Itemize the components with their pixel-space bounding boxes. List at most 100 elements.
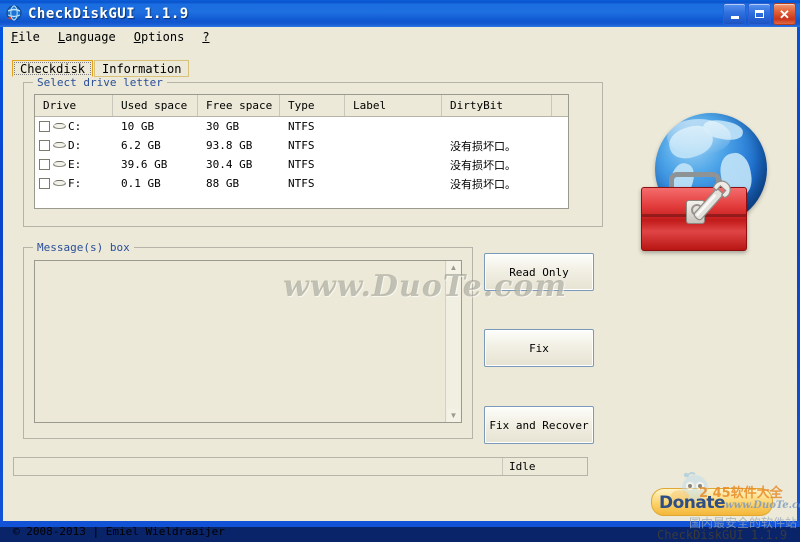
cell-drive: F: [35, 177, 113, 190]
cell-used: 39.6 GB [121, 158, 168, 171]
menu-bar: File Language Options ? [3, 27, 797, 47]
cell-drive-label: F: [68, 177, 82, 190]
read-only-button-label: Read Only [509, 265, 569, 279]
version-text: CheckDiskGUI 1.1.9 [657, 528, 788, 542]
menu-file-rest: ile [18, 30, 40, 44]
table-row[interactable]: D: 6.2 GB 93.8 GB NTFS 没有损坏口。 [35, 136, 568, 155]
window-frame: CheckDiskGUI 1.1.9 ✕ File Language Optio… [0, 0, 800, 542]
cell-free: 93.8 GB [206, 139, 253, 152]
menu-language-rest: anguage [65, 30, 116, 44]
select-drive-letter-group: Select drive letter Drive Used space Fre… [23, 76, 603, 227]
table-row[interactable]: F: 0.1 GB 88 GB NTFS 没有损坏口。 [35, 174, 568, 193]
cell-type: NTFS [288, 139, 315, 152]
window-controls: ✕ [723, 3, 796, 25]
menu-options-rest: ptions [140, 30, 185, 44]
status-bar: Idle [13, 457, 588, 476]
client-area: File Language Options ? Checkdisk Inform… [3, 27, 800, 542]
read-only-button[interactable]: Read Only [484, 253, 594, 291]
cell-drive-label: D: [68, 139, 82, 152]
cell-drive: C: [35, 120, 113, 133]
cell-used: 10 GB [121, 120, 155, 133]
globe-icon [5, 5, 23, 23]
tab-information-label: Information [102, 61, 182, 76]
message-box-text[interactable] [35, 261, 445, 422]
drive-checkbox[interactable] [39, 121, 50, 132]
tab-strip: Checkdisk Information [12, 60, 612, 78]
status-bar-row: Idle [3, 457, 797, 477]
cell-free: 30 GB [206, 120, 240, 133]
tab-information[interactable]: Information [94, 60, 190, 77]
disk-icon [53, 122, 66, 131]
donate-button[interactable] [651, 488, 773, 516]
fix-button-label: Fix [529, 341, 549, 355]
column-header-free[interactable]: Free space [198, 95, 280, 116]
select-drive-letter-label: Select drive letter [33, 76, 167, 89]
watermark-245-site: 2 45软件大全 [699, 486, 783, 501]
message-box[interactable]: ▲ ▼ [34, 260, 462, 423]
cell-type: NTFS [288, 158, 315, 171]
drive-checkbox[interactable] [39, 178, 50, 189]
minimize-button[interactable] [723, 3, 746, 25]
fix-and-recover-button-label: Fix and Recover [489, 418, 589, 432]
globe-toolbox-icon [625, 111, 775, 266]
table-row[interactable]: C: 10 GB 30 GB NTFS [35, 117, 568, 136]
disk-icon [53, 141, 66, 150]
window-title: CheckDiskGUI 1.1.9 [28, 5, 189, 22]
table-row[interactable]: E: 39.6 GB 30.4 GB NTFS 没有损坏口。 [35, 155, 568, 174]
column-header-drive[interactable]: Drive [35, 95, 113, 116]
menu-item-help[interactable]: ? [202, 30, 209, 44]
tab-checkdisk[interactable]: Checkdisk [12, 60, 94, 77]
watermark-duote-small: www.DuoTe.com [725, 500, 800, 511]
cell-type: NTFS [288, 120, 315, 133]
cell-drive-label: E: [68, 158, 82, 171]
cell-free: 88 GB [206, 177, 240, 190]
close-icon: ✕ [779, 6, 790, 22]
status-bar-left [14, 458, 502, 475]
application-window: CheckDiskGUI 1.1.9 ✕ File Language Optio… [0, 0, 800, 542]
cell-used: 6.2 GB [121, 139, 161, 152]
wrench-icon [681, 173, 739, 231]
column-header-dirtybit[interactable]: DirtyBit [442, 95, 552, 116]
cell-dirtybit: 没有损坏口。 [450, 158, 516, 172]
drive-table-header: Drive Used space Free space Type Label D… [35, 95, 568, 117]
cell-free: 30.4 GB [206, 158, 253, 171]
scroll-down-icon[interactable]: ▼ [447, 409, 460, 422]
fix-button[interactable]: Fix [484, 329, 594, 367]
column-header-filler [552, 95, 568, 116]
cell-dirtybit: 没有损坏口。 [450, 177, 516, 191]
cell-type: NTFS [288, 177, 315, 190]
drive-checkbox[interactable] [39, 159, 50, 170]
globe-highlight [667, 119, 731, 155]
watermark-cn-tagline: 国内最安全的软件站 [689, 516, 798, 530]
drive-checkbox[interactable] [39, 140, 50, 151]
disk-icon [53, 160, 66, 169]
messages-box-label: Message(s) box [33, 241, 134, 254]
title-bar: CheckDiskGUI 1.1.9 ✕ [0, 0, 800, 27]
menu-item-language[interactable]: Language [58, 30, 116, 44]
cell-used: 0.1 GB [121, 177, 161, 190]
maximize-button[interactable] [748, 3, 771, 25]
column-header-used[interactable]: Used space [113, 95, 198, 116]
disk-icon [53, 179, 66, 188]
mascot-icon [665, 472, 717, 506]
column-header-label[interactable]: Label [345, 95, 442, 116]
column-header-type[interactable]: Type [280, 95, 345, 116]
donate-button-label: Donate [659, 493, 726, 513]
menu-item-options[interactable]: Options [134, 30, 185, 44]
tab-checkdisk-label: Checkdisk [20, 61, 86, 76]
status-bar-state: Idle [502, 458, 587, 475]
cell-drive: D: [35, 139, 113, 152]
drive-table[interactable]: Drive Used space Free space Type Label D… [34, 94, 569, 209]
maximize-icon [755, 10, 764, 18]
scroll-up-icon[interactable]: ▲ [447, 261, 460, 274]
fix-and-recover-button[interactable]: Fix and Recover [484, 406, 594, 444]
menu-item-file[interactable]: File [11, 30, 40, 44]
close-button[interactable]: ✕ [773, 3, 796, 25]
cell-dirtybit: 没有损坏口。 [450, 139, 516, 153]
cell-drive: E: [35, 158, 113, 171]
minimize-icon [730, 16, 739, 19]
messages-group: Message(s) box ▲ ▼ [23, 241, 473, 439]
watermark-bottom-right: Donate 2 45软件大全 www.DuoTe.com 国内最安全的软件站 … [643, 470, 800, 542]
message-box-scrollbar[interactable]: ▲ ▼ [445, 261, 461, 422]
cell-drive-label: C: [68, 120, 82, 133]
